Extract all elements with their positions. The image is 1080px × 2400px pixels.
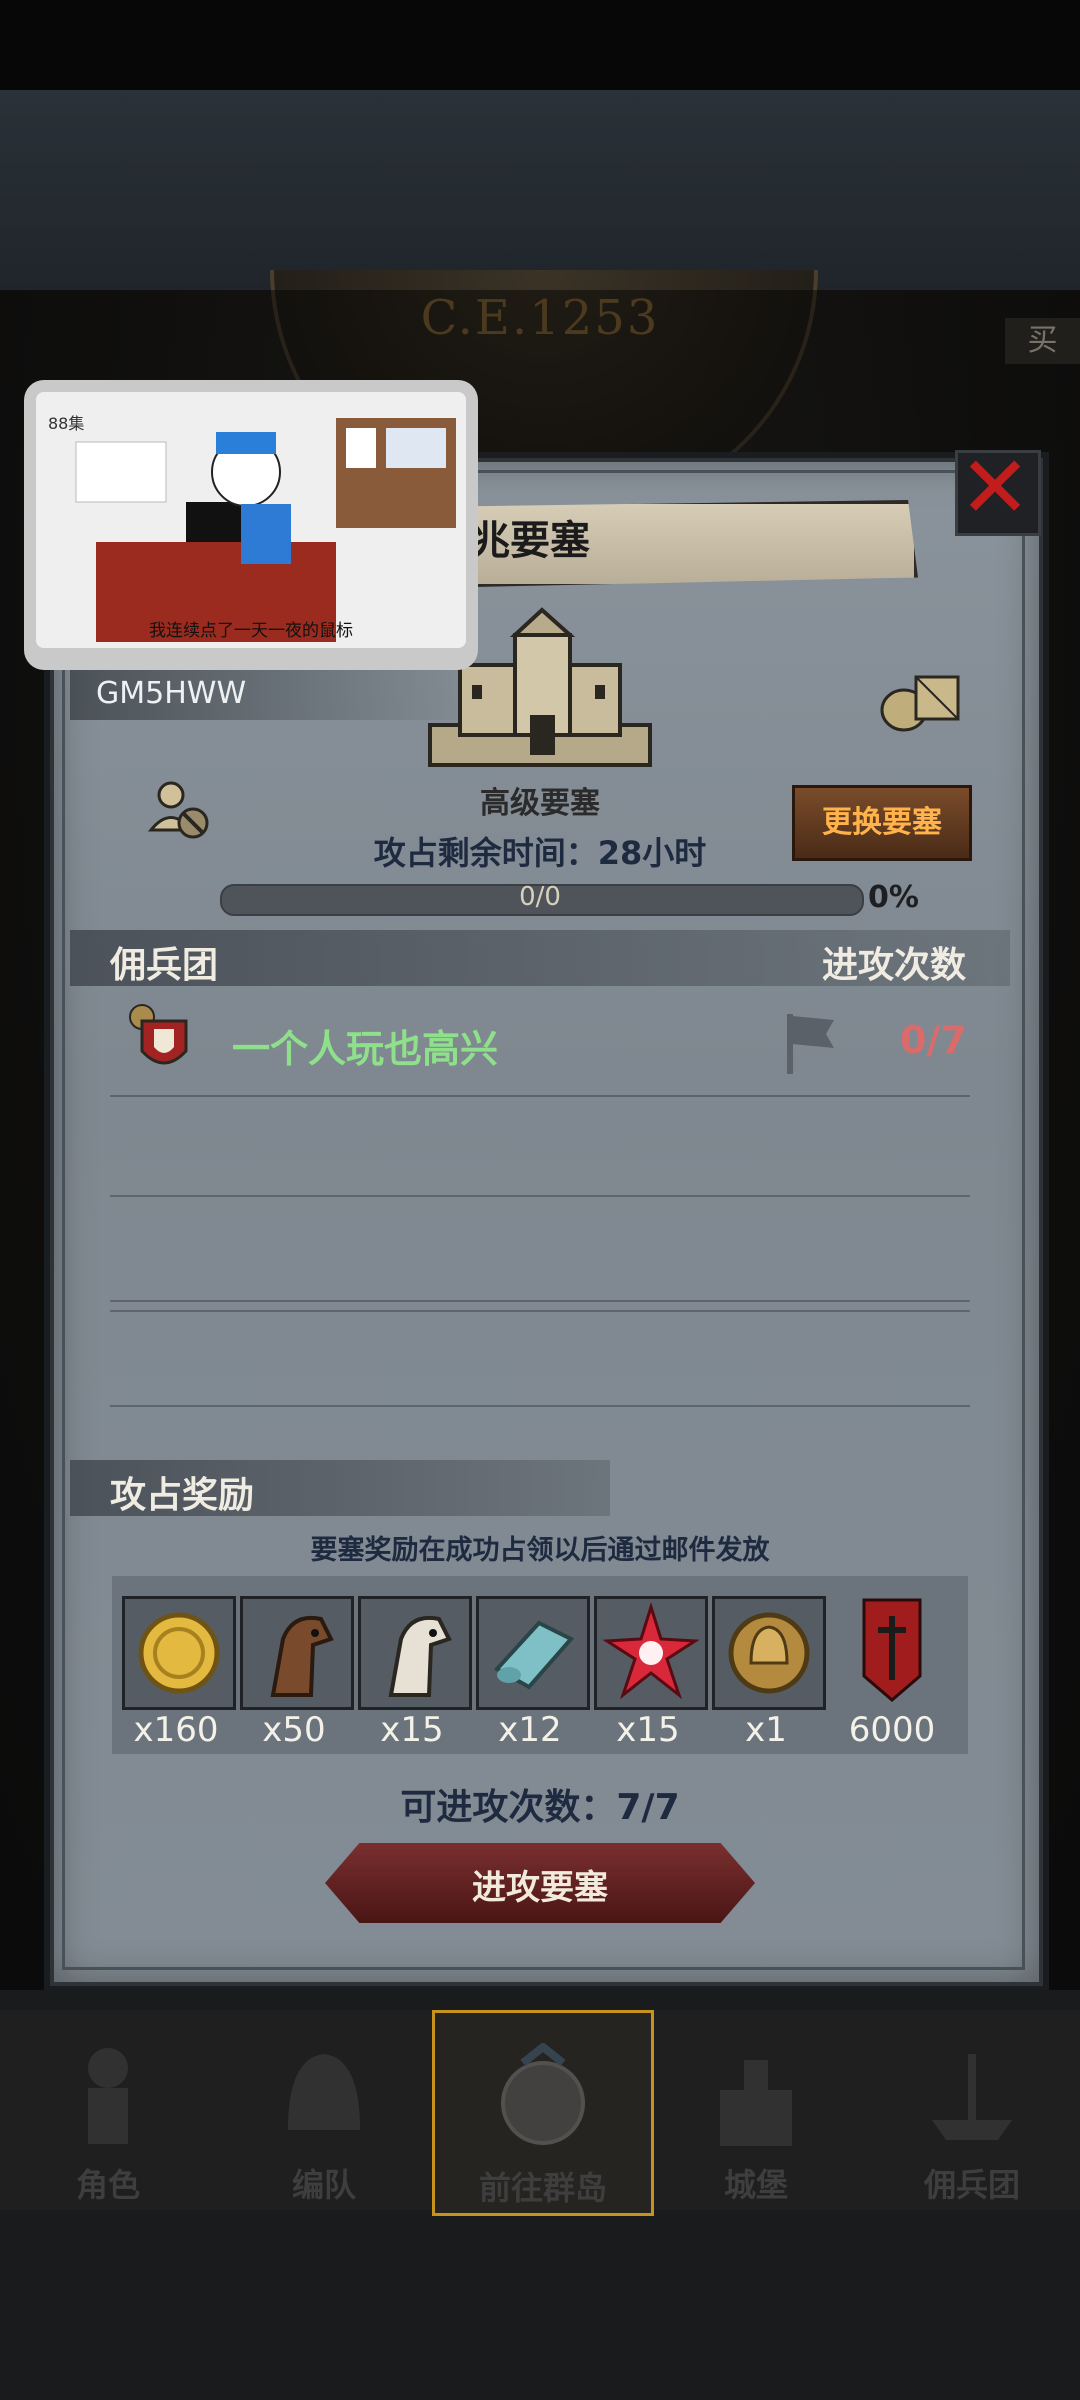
reward-qty: x1	[745, 1710, 787, 1750]
nav-mercenary[interactable]: 佣兵团	[864, 2010, 1080, 2210]
empty-row	[110, 1305, 970, 1407]
attack-count-header: 进攻次数	[822, 945, 967, 986]
reward-qty: 6000	[848, 1710, 936, 1750]
empty-row	[110, 1200, 970, 1302]
reward-slot[interactable]	[476, 1596, 590, 1710]
top-background	[0, 90, 1080, 290]
rewards-header: 攻占奖励	[110, 1475, 255, 1516]
castle-nav-icon	[720, 2060, 792, 2146]
reward-qty: x15	[380, 1710, 444, 1750]
nav-label: 城堡	[723, 2166, 788, 2204]
reward-slot[interactable]	[240, 1596, 354, 1710]
reward-slot[interactable]	[594, 1596, 708, 1710]
gold-coin-icon	[138, 1612, 220, 1694]
reward-slot[interactable]	[122, 1596, 236, 1710]
brown-horse-icon	[270, 1616, 334, 1697]
close-icon[interactable]: ✕	[955, 445, 1035, 531]
video-scene	[36, 392, 466, 648]
nav-islands[interactable]: 前往群岛	[432, 2010, 654, 2216]
flag-icon	[787, 1014, 834, 1074]
white-horse-icon	[388, 1616, 452, 1697]
video-frame[interactable]	[36, 392, 466, 648]
reward-qty: x50	[262, 1710, 326, 1750]
supplies-icon[interactable]	[876, 665, 966, 735]
helmet-icon	[288, 2054, 360, 2130]
mercenary-header: 佣兵团	[110, 945, 219, 986]
nav-label: 编队	[291, 2166, 356, 2204]
reward-slot[interactable]	[712, 1596, 826, 1710]
knight-icon	[88, 2048, 128, 2144]
empty-row-divider	[110, 1310, 970, 1312]
nav-formation[interactable]: 编队	[216, 2010, 432, 2210]
helmet-coin-icon	[728, 1612, 810, 1694]
banner-icon	[862, 1598, 922, 1702]
reward-qty: x15	[616, 1710, 680, 1750]
video-episode: 88集	[48, 414, 85, 433]
nav-label: 佣兵团	[923, 2166, 1020, 2204]
reward-slot[interactable]	[838, 1596, 946, 1704]
capture-timer: 攻占剩余时间：28小时	[373, 834, 707, 872]
capture-progress-text: 0/0	[519, 882, 561, 912]
capture-progress-percent: 0%	[868, 880, 919, 915]
nav-castle[interactable]: 城堡	[648, 2010, 864, 2210]
reward-slot[interactable]	[358, 1596, 472, 1710]
attacks-remaining: 可进攻次数：7/7	[400, 1787, 680, 1828]
cloth-icon	[493, 1620, 575, 1690]
status-bar	[0, 0, 1080, 90]
video-subtitle: 我连续点了一天一夜的鼠标	[149, 621, 353, 641]
red-star-icon	[602, 1601, 700, 1700]
attack-fortress-label[interactable]: 进攻要塞	[325, 1860, 755, 1909]
reward-qty: x160	[133, 1710, 219, 1750]
reward-qty: x12	[498, 1710, 562, 1750]
mercenary-attack-count: 0/7	[900, 1018, 967, 1062]
nav-label: 角色	[75, 2166, 140, 2204]
nav-character[interactable]: 角色	[0, 2010, 216, 2210]
ship-icon	[932, 2054, 1012, 2140]
globe-icon	[501, 2043, 585, 2145]
player-id: GM5HWW	[96, 676, 247, 711]
empty-row	[110, 1095, 970, 1197]
nav-label: 前往群岛	[478, 2169, 607, 2207]
rewards-note: 要塞奖励在成功占领以后通过邮件发放	[310, 1535, 770, 1566]
mercenary-name: 一个人玩也高兴	[232, 1027, 499, 1071]
guild-shield-icon	[129, 1004, 188, 1065]
